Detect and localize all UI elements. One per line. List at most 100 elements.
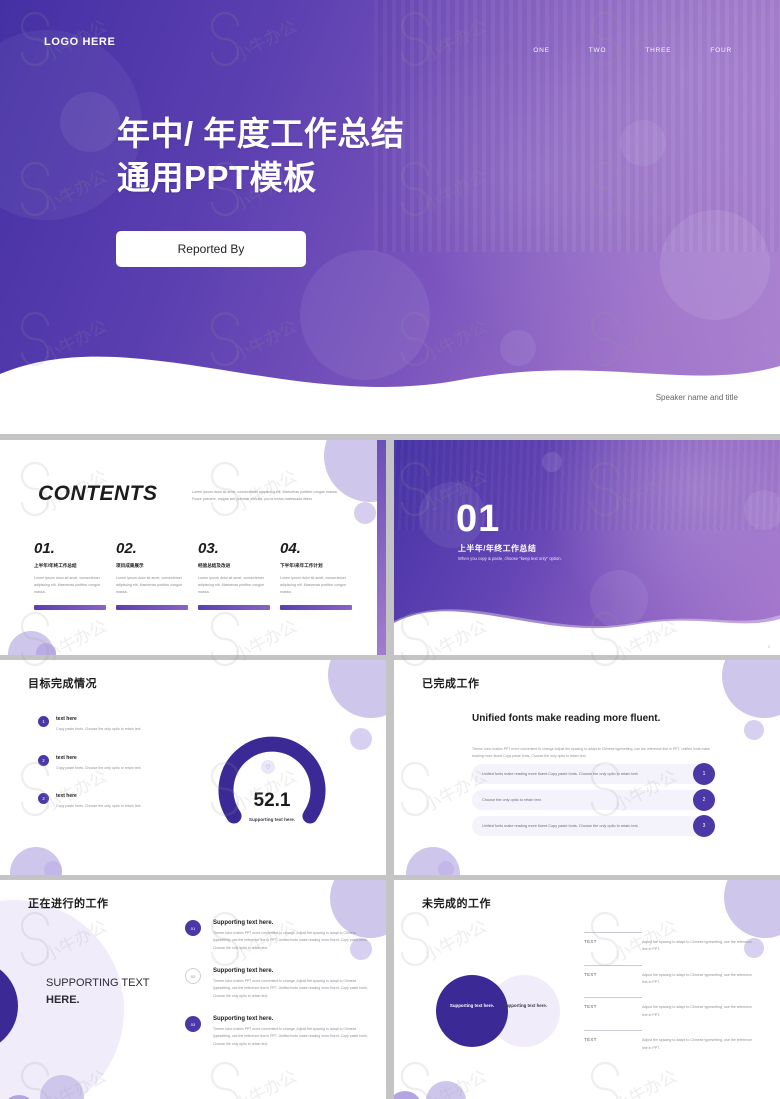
decorative-circle	[36, 643, 56, 655]
decorative-bubble	[744, 490, 780, 530]
list-item[interactable]: 03 Supporting text here. Theme color mak…	[185, 1016, 370, 1048]
row-value: Adjust the spacing to adapt to Chinese t…	[642, 1038, 752, 1050]
list-item[interactable]: 1 text here Copy paste fonts. Choose the…	[38, 716, 158, 733]
item-body: Copy paste fonts. Choose the only optio …	[56, 804, 142, 809]
row-pill: Unified fonts make reading more fluent.C…	[472, 764, 715, 784]
list-item[interactable]: 02 Supporting text here. Theme color mak…	[185, 968, 370, 1000]
table-row[interactable]: TEXT Adjust the spacing to adapt to Chin…	[584, 1030, 756, 1052]
list-item[interactable]: Unified fonts make reading more fluent.C…	[472, 763, 715, 785]
list-item[interactable]: Choose the only optio to retain text. 2	[472, 789, 715, 811]
item-heading: Supporting text here.	[213, 920, 274, 926]
slide-goal-completion: 目标完成情况 1 text here Copy paste fonts. Cho…	[0, 660, 386, 875]
row-badge: 3	[693, 815, 715, 837]
row-key: TEXT	[584, 971, 597, 977]
slide-heading: 已完成工作	[422, 678, 480, 690]
page-number: 2	[767, 644, 770, 649]
row-text: Choose the only optio to retain text.	[482, 798, 542, 802]
table-row[interactable]: TEXT Adjust the spacing to adapt to Chin…	[584, 964, 756, 987]
decorative-circle	[44, 861, 62, 875]
item-number-badge: 3	[38, 793, 49, 805]
row-pill: Choose the only optio to retain text.	[472, 790, 715, 810]
row-text: Unified fonts make reading more fluent.C…	[482, 824, 639, 828]
item-title: 经验总结及改进	[198, 563, 231, 568]
slide-completed-work: 已完成工作 Unified fonts make reading more fl…	[394, 660, 780, 875]
contents-item[interactable]: 02. 项目成果展示 Lorem ipsum dolor sit amet, c…	[116, 540, 188, 611]
goal-item-list: 1 text here Copy paste fonts. Choose the…	[38, 716, 158, 832]
list-item[interactable]: 2 text here Copy paste fonts. Choose the…	[38, 754, 158, 772]
list-item[interactable]: 3 text here Copy paste fonts. Choose the…	[38, 793, 158, 810]
item-number-badge: 2	[38, 754, 49, 766]
slide-heading: 正在进行的工作	[28, 898, 109, 910]
nav-item-three[interactable]: THREE	[645, 47, 671, 54]
item-heading: text here	[56, 754, 77, 761]
contents-heading: CONTENTS	[38, 482, 158, 505]
gauge-value: 52.1	[253, 790, 291, 811]
slide-title: LOGO HERE ONE TWO THREE FOUR 年中/ 年度工作总结 …	[0, 0, 780, 434]
slide-heading: 未完成的工作	[422, 898, 491, 910]
section-heading: Unified fonts make reading more fluent.	[472, 713, 661, 724]
decorative-circle	[744, 720, 764, 740]
decorative-circle	[328, 660, 386, 718]
item-body: Lorem ipsum dolor sit amet, consectetuer…	[34, 576, 101, 594]
slide-contents: CONTENTS Lorem ipsum dolor sit amet, con…	[0, 440, 386, 655]
venn-label-dark: Supporting text here.	[449, 1003, 495, 1008]
item-body: Lorem ipsum dolor sit amet, consectetuer…	[198, 576, 265, 594]
contents-lead-paragraph: Lorem ipsum dolor sit amet, consectetuer…	[192, 490, 338, 501]
title-line-2: 通用PPT模板	[117, 158, 317, 196]
item-body: Lorem ipsum dolor sit amet, consectetuer…	[116, 576, 183, 594]
item-number-badge: 02	[185, 968, 201, 985]
item-number: 03.	[198, 540, 219, 557]
item-underline-bar	[116, 605, 188, 611]
decorative-bubble	[60, 92, 120, 152]
section-title-cn: 上半年/年终工作总结	[458, 544, 537, 553]
row-key: TEXT	[584, 1004, 597, 1010]
left-text-line-2: HERE.	[46, 994, 80, 1007]
row-value: Adjust the spacing to adapt to Chinese t…	[642, 940, 752, 952]
gauge-caption: Supporting text here.	[248, 817, 296, 822]
item-number-badge: 01	[185, 920, 201, 936]
row-key: TEXT	[584, 1037, 597, 1043]
row-pill: Unified fonts make reading more fluent.C…	[472, 816, 715, 836]
item-number: 02.	[116, 540, 137, 557]
list-item[interactable]: 01 Supporting text here. Theme color mak…	[185, 920, 370, 952]
venn-diagram: Supporting text here. Supporting text he…	[436, 975, 566, 1047]
decorative-circle	[426, 1081, 466, 1099]
template-preview-sheet: LOGO HERE ONE TWO THREE FOUR 年中/ 年度工作总结 …	[0, 0, 780, 1099]
ongoing-item-list: 01 Supporting text here. Theme color mak…	[185, 920, 370, 1064]
row-badge: 1	[693, 763, 715, 785]
nav-item-four[interactable]: FOUR	[710, 47, 732, 54]
item-underline-bar	[34, 605, 106, 611]
row-badge: 2	[693, 789, 715, 811]
item-body: Theme color makes PPT more convenient to…	[213, 1027, 368, 1046]
top-nav: ONE TWO THREE FOUR	[533, 47, 732, 54]
row-text: Unified fonts make reading more fluent.C…	[482, 772, 639, 776]
list-item[interactable]: Unified fonts make reading more fluent.C…	[472, 815, 715, 837]
item-number: 01.	[34, 540, 55, 557]
row-value: Adjust the spacing to adapt to Chinese t…	[642, 1005, 752, 1017]
right-edge-accent	[377, 440, 386, 655]
item-body: Theme color makes PPT more convenient to…	[213, 931, 368, 950]
logo-text[interactable]: LOGO HERE	[44, 36, 115, 48]
reported-by-button[interactable]: Reported By	[116, 231, 306, 267]
speaker-name-label: Speaker name and title	[655, 393, 738, 402]
item-body: Theme color makes PPT more convenient to…	[213, 979, 368, 998]
row-value: Adjust the spacing to adapt to Chinese t…	[642, 972, 752, 985]
venn-circle-dark	[436, 975, 508, 1047]
table-row[interactable]: TEXT Adjust the spacing to adapt to Chin…	[584, 932, 756, 954]
table-row[interactable]: TEXT Adjust the spacing to adapt to Chin…	[584, 997, 756, 1019]
item-number-badge: 03	[185, 1016, 201, 1033]
section-subtitle-en: When you copy & paste, choose "keep text…	[458, 556, 562, 561]
contents-item[interactable]: 03. 经验总结及改进 Lorem ipsum dolor sit amet, …	[198, 540, 270, 611]
wave-shape-front	[0, 356, 780, 434]
section-paragraph: Theme color makes PPT more convenient to…	[472, 747, 711, 759]
contents-item[interactable]: 04. 下半年/来年工作计划 Lorem ipsum dolor sit ame…	[280, 540, 352, 611]
item-title: 项目成果展示	[116, 563, 144, 568]
venn-label-light: Supporting text here.	[502, 1003, 548, 1008]
nav-item-two[interactable]: TWO	[589, 47, 607, 54]
nav-item-one[interactable]: ONE	[533, 47, 550, 54]
contents-item[interactable]: 01. 上半年/年终工作总结 Lorem ipsum dolor sit ame…	[34, 540, 106, 611]
left-text-line-1: SUPPORTING TEXT	[46, 977, 150, 989]
item-body: Copy paste fonts. Choose the only optio …	[56, 727, 142, 731]
title-line-1: 年中/ 年度工作总结	[117, 115, 405, 152]
section-number: 01	[456, 498, 501, 540]
